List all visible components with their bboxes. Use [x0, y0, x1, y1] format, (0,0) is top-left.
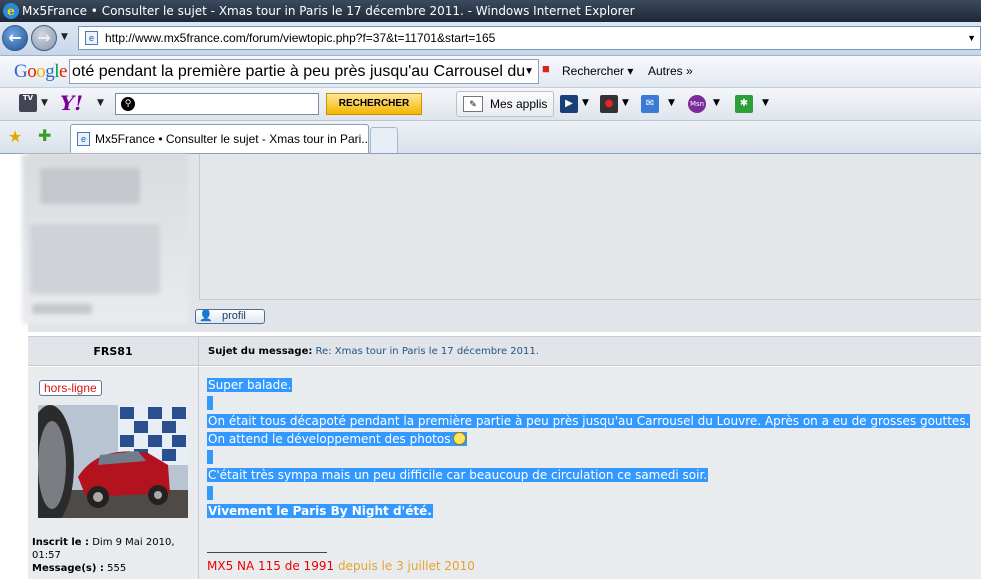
page-icon: e [85, 31, 98, 45]
registered-label: Inscrit le : [32, 537, 90, 548]
message-blank-line [207, 396, 213, 410]
blurred-author-area [22, 154, 188, 324]
subject-link[interactable]: Re: Xmas tour in Paris le 17 décembre 20… [316, 346, 539, 357]
google-search-icon[interactable]: ■ [542, 62, 558, 78]
history-dropdown-icon[interactable]: ▼ [61, 32, 68, 42]
apps-label: Mes applis [490, 97, 548, 111]
yahoo-search-input[interactable]: ⚲ [115, 93, 319, 115]
previous-post-divider [199, 299, 981, 300]
yahoo-search-button[interactable]: RECHERCHER [326, 93, 422, 115]
post-message: Super balade. On était tous décapoté pen… [207, 376, 977, 520]
apps-icon: ✎ [463, 96, 483, 112]
window-title: Mx5France • Consulter le sujet - Xmas to… [22, 4, 635, 18]
messenger-dropdown-icon[interactable]: ▼ [713, 98, 720, 108]
message-blank-line [207, 486, 213, 500]
google-search-button[interactable]: Rechercher ▾ [562, 64, 633, 78]
google-more-button[interactable]: Autres » [648, 64, 693, 78]
message-line: Super balade. [207, 378, 293, 392]
address-bar[interactable]: e http://www.mx5france.com/forum/viewtop… [78, 26, 981, 50]
widget-icon[interactable]: ✱ [735, 95, 753, 113]
status-badge: hors-ligne [39, 380, 102, 396]
message-line: C'était très sympa mais un peu difficile… [207, 468, 709, 482]
signature-car: MX5 NA 115 de 1991 [207, 559, 335, 573]
ie-logo-icon: e [3, 3, 19, 19]
address-url: http://www.mx5france.com/forum/viewtopic… [105, 31, 496, 45]
messages-label: Message(s) : [32, 563, 104, 574]
smiley-icon [453, 432, 467, 445]
profile-button[interactable]: 👤 profil [195, 309, 265, 324]
tab-bar: ★ ✚ e Mx5France • Consulter le sujet - X… [0, 121, 981, 153]
messages-count: 555 [107, 563, 127, 574]
google-query: oté pendant la première partie à peu prè… [72, 63, 526, 80]
address-dropdown-icon[interactable]: ▼ [967, 27, 976, 49]
favorites-star-icon[interactable]: ★ [8, 127, 22, 146]
back-button[interactable]: ← [2, 25, 28, 51]
yahoo-logo-icon[interactable]: Y! [60, 92, 83, 114]
author-panel: hors-ligne Inscrit le: Dim 9 Mai 2010, … [28, 367, 199, 579]
message-blank-line [207, 450, 213, 464]
author-meta: Inscrit le : Dim 9 Mai 2010, 01:57 Messa… [32, 536, 197, 575]
google-search-input[interactable]: oté pendant la première partie à peu prè… [69, 59, 539, 84]
new-tab-button[interactable] [370, 127, 398, 153]
mail-icon[interactable]: ✉ [641, 95, 659, 113]
post-header: FRS81 Sujet du message: Re: Xmas tour in… [28, 336, 981, 367]
message-line: On attend le développement des photos [207, 432, 468, 446]
profile-label: profil [222, 310, 246, 322]
media-dropdown-icon[interactable]: ▼ [582, 98, 589, 108]
avatar [38, 405, 188, 518]
window-titlebar: e Mx5France • Consulter le sujet - Xmas … [0, 0, 981, 22]
widget-dropdown-icon[interactable]: ▼ [762, 98, 769, 108]
message-line: Vivement le Paris By Night d'été. [207, 504, 433, 518]
tv-dropdown-icon[interactable]: ▼ [41, 98, 48, 108]
post-author[interactable]: FRS81 [28, 337, 199, 367]
previous-post: 👤 profil [22, 154, 981, 332]
apps-button[interactable]: ✎ Mes applis [456, 91, 554, 117]
tab-title: Mx5France • Consulter le sujet - Xmas to… [95, 132, 369, 146]
messenger-icon[interactable]: Msn [688, 95, 706, 113]
page-content: 👤 profil FRS81 Sujet du message: Re: Xma… [0, 153, 981, 579]
forward-button[interactable]: → [31, 25, 57, 51]
add-favorite-icon[interactable]: ✚ [38, 126, 51, 145]
post-body: hors-ligne Inscrit le: Dim 9 Mai 2010, … [28, 367, 981, 579]
yahoo-dropdown-icon[interactable]: ▼ [97, 98, 104, 108]
subject-label: Sujet du message: [208, 346, 313, 357]
tab-page-icon: e [77, 132, 90, 146]
media-icon[interactable]: ▶ [560, 95, 578, 113]
tab-active[interactable]: e Mx5France • Consulter le sujet - Xmas … [70, 124, 369, 153]
google-toolbar: Google oté pendant la première partie à … [0, 56, 981, 88]
previous-post-message [199, 154, 981, 299]
address-toolbar: ← → ▼ e http://www.mx5france.com/forum/v… [0, 22, 981, 56]
signature-since: depuis le 3 juillet 2010 [337, 559, 475, 573]
message-line: On était tous décapoté pendant la premiè… [207, 414, 971, 428]
record-icon[interactable]: ● [600, 95, 618, 113]
profile-icon: 👤 [199, 310, 213, 322]
mail-dropdown-icon[interactable]: ▼ [668, 98, 675, 108]
signature: MX5 NA 115 de 1991 depuis le 3 juillet 2… [207, 558, 475, 574]
magnifier-icon: ⚲ [121, 97, 135, 111]
google-search-dropdown-icon[interactable]: ▼ [524, 60, 534, 83]
signature-divider [207, 552, 327, 553]
yahoo-toolbar: TV ▼ Y! ▼ ⚲ RECHERCHER ✎ Mes applis ▶ ▼ … [0, 88, 981, 121]
post-subject: Sujet du message: Re: Xmas tour in Paris… [208, 337, 539, 367]
google-logo: Google [14, 61, 67, 82]
record-dropdown-icon[interactable]: ▼ [622, 98, 629, 108]
tv-icon[interactable]: TV [19, 94, 37, 112]
